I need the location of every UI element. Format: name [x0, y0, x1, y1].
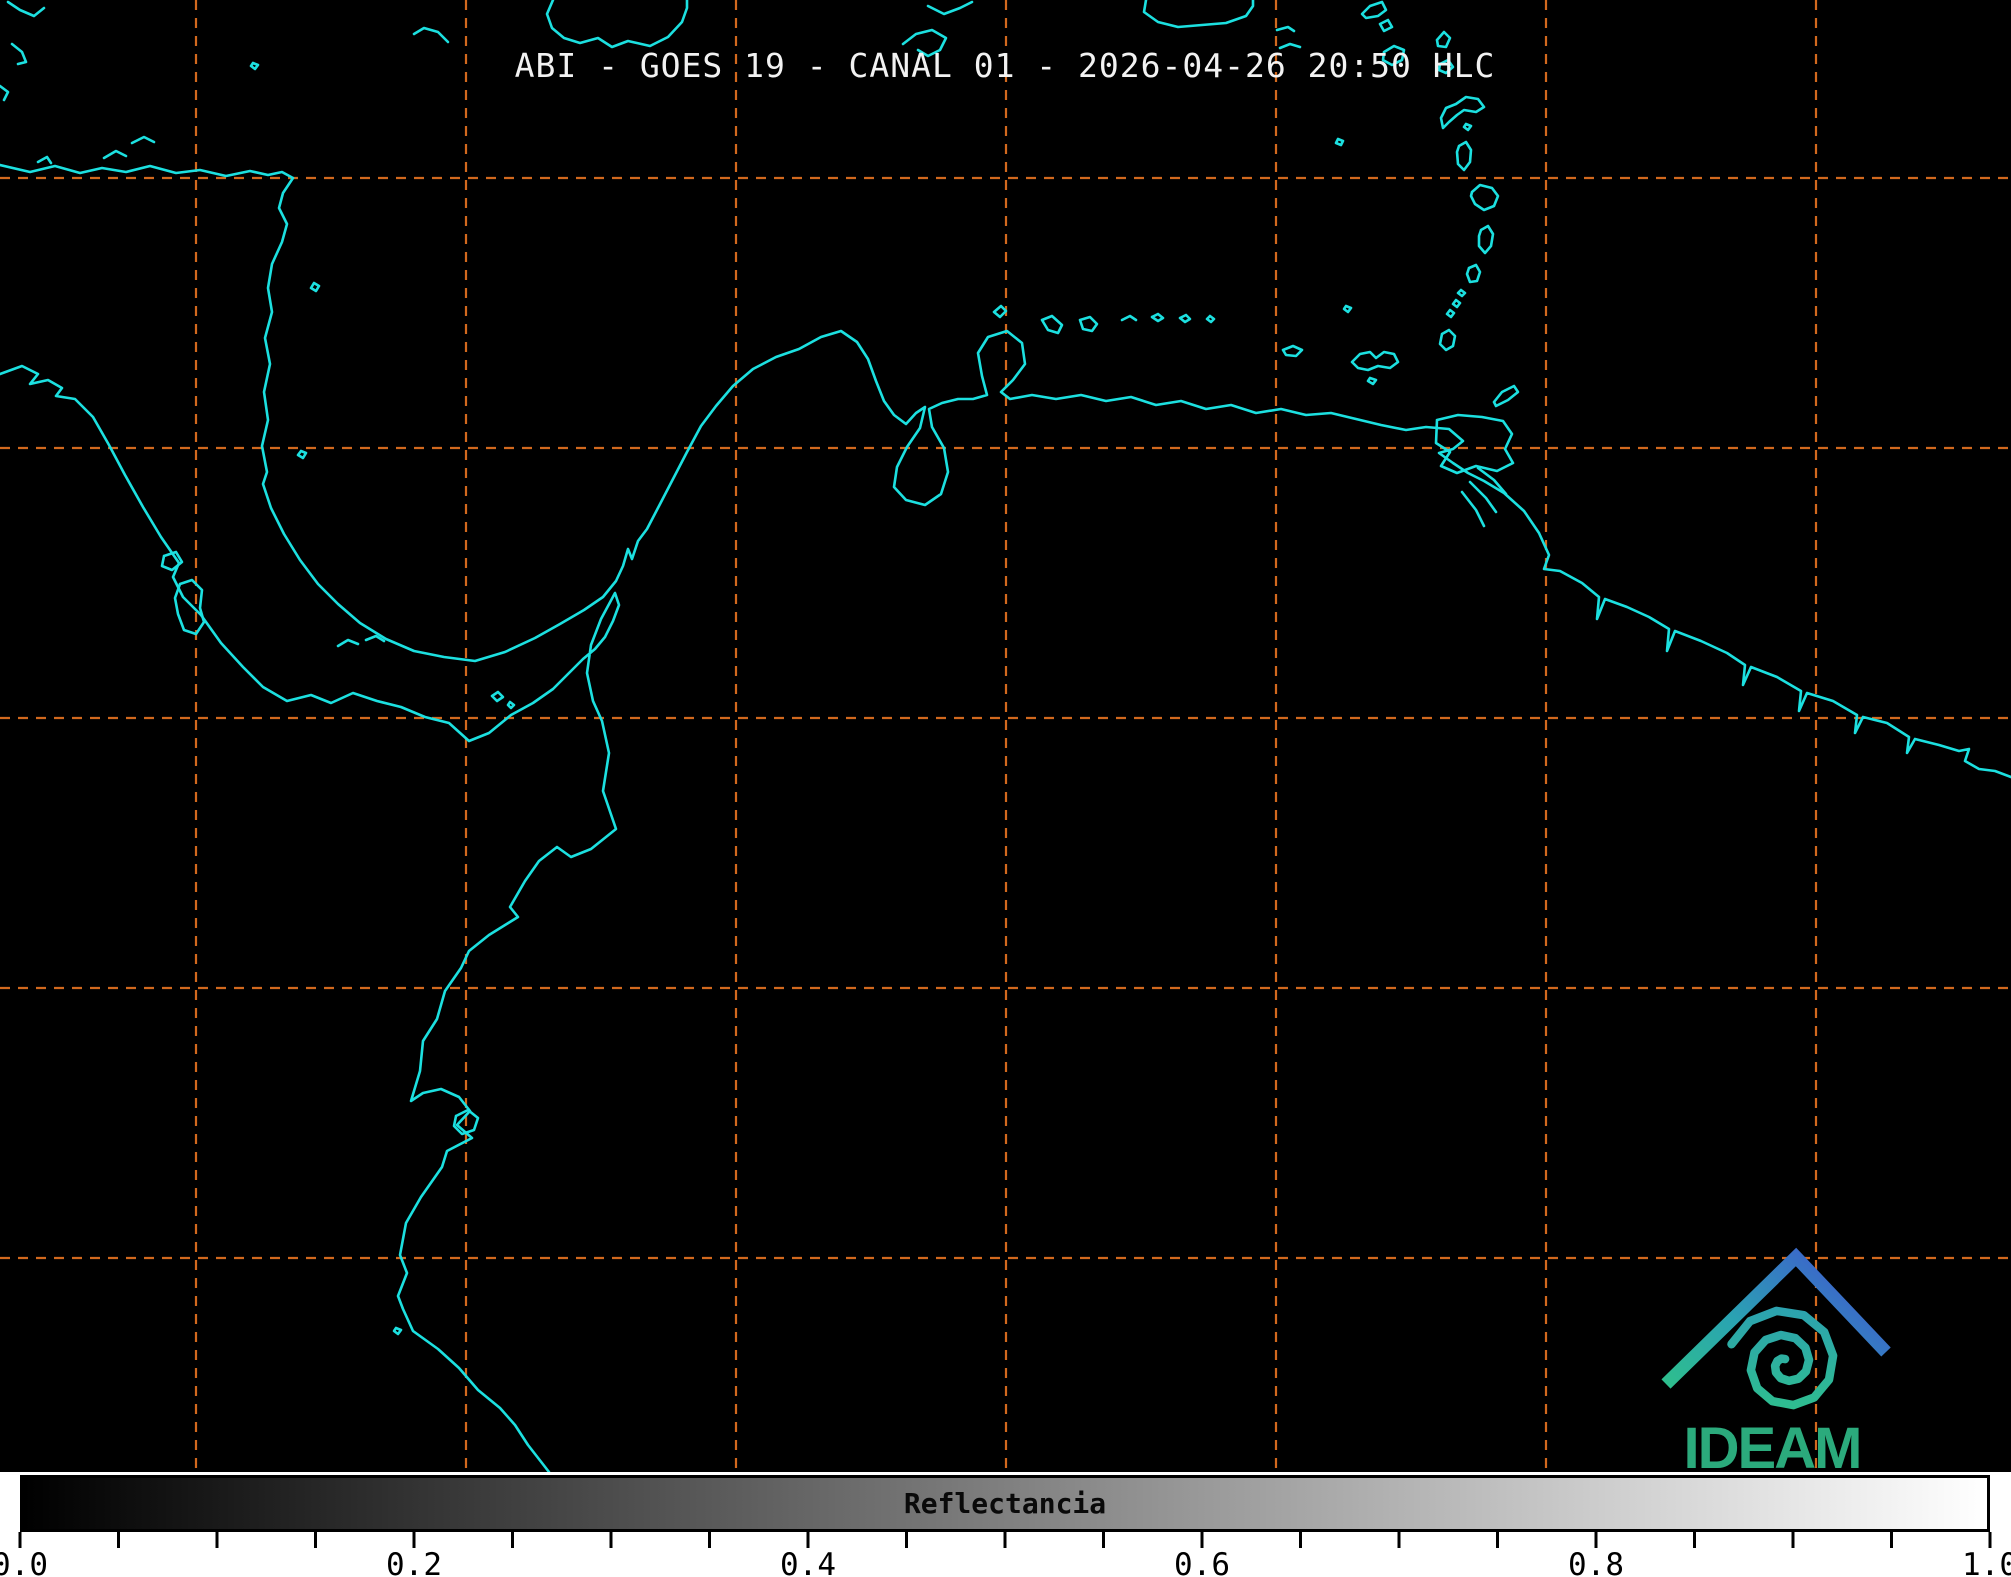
islet — [1344, 306, 1351, 312]
islet — [1283, 346, 1302, 356]
islet — [104, 151, 126, 158]
islet — [338, 640, 358, 646]
islet — [1380, 20, 1392, 31]
islet — [1042, 316, 1062, 333]
coastline-pacific-coast — [0, 366, 619, 1472]
islet — [1447, 310, 1454, 317]
islet — [1122, 316, 1136, 320]
islet — [1441, 97, 1484, 128]
islet — [508, 702, 514, 708]
islet — [0, 86, 8, 100]
islet — [298, 451, 306, 458]
image-title: ABI - GOES 19 - CANAL 01 - 2026-04-26 20… — [515, 46, 1496, 85]
islet — [1453, 300, 1460, 307]
islet — [8, 2, 44, 16]
colorbar-tick-label: 0.8 — [1568, 1547, 1624, 1577]
ideam-logo: IDEAM — [1666, 1257, 1886, 1472]
islet — [12, 44, 26, 64]
islet — [1352, 352, 1398, 370]
coastline-jamaica — [547, 0, 687, 47]
coastline-puerto-rico — [1144, 0, 1253, 27]
satellite-figure: IDEAM ABI - GOES 19 - CANAL 01 - 2026-04… — [0, 0, 2011, 1577]
islet — [1362, 2, 1386, 18]
colorbar-label: Reflectancia — [904, 1487, 1106, 1520]
coastline-delta-channel-3 — [1462, 492, 1484, 526]
islet — [994, 306, 1006, 317]
islet — [1440, 330, 1455, 350]
colorbar-tick-label: 1.0 — [1962, 1547, 2011, 1577]
islet — [414, 28, 448, 42]
islet — [1336, 139, 1343, 145]
coastline-lake-nicaragua — [175, 580, 204, 634]
colorbar-tick-label: 0.4 — [780, 1547, 836, 1577]
map-area: IDEAM ABI - GOES 19 - CANAL 01 - 2026-04… — [0, 0, 2011, 1472]
islet — [1180, 315, 1190, 322]
islet — [1207, 316, 1214, 322]
islet — [1368, 378, 1376, 384]
islet — [1080, 317, 1097, 331]
logo-hurricane-spiral-icon — [1732, 1311, 1834, 1405]
coastline-trinidad — [1436, 415, 1513, 473]
islet — [1457, 142, 1471, 170]
islet — [1152, 314, 1163, 321]
colorbar-tick-label: 0.6 — [1174, 1547, 1230, 1577]
colorbar-tick-label: 0.2 — [386, 1547, 442, 1577]
islet — [311, 283, 319, 291]
lat-lon-grid — [0, 0, 2011, 1472]
islet — [1277, 27, 1294, 31]
islet — [1464, 124, 1471, 130]
map-svg: IDEAM — [0, 0, 2011, 1472]
logo-text: IDEAM — [1684, 1416, 1861, 1472]
islet — [1458, 290, 1465, 296]
islet — [394, 1328, 401, 1334]
islet — [1471, 185, 1498, 210]
islet — [492, 692, 503, 701]
islet — [132, 137, 154, 143]
islet — [1479, 226, 1493, 253]
colorbar-tick-label: 0.0 — [0, 1547, 48, 1577]
islet — [251, 63, 258, 69]
coastline-hispaniola-n — [928, 2, 972, 14]
islet — [1437, 32, 1450, 47]
colorbar-ticks — [0, 1532, 2011, 1552]
islet — [38, 157, 51, 163]
coastline-tobago — [1494, 386, 1518, 406]
islet — [1467, 265, 1480, 282]
